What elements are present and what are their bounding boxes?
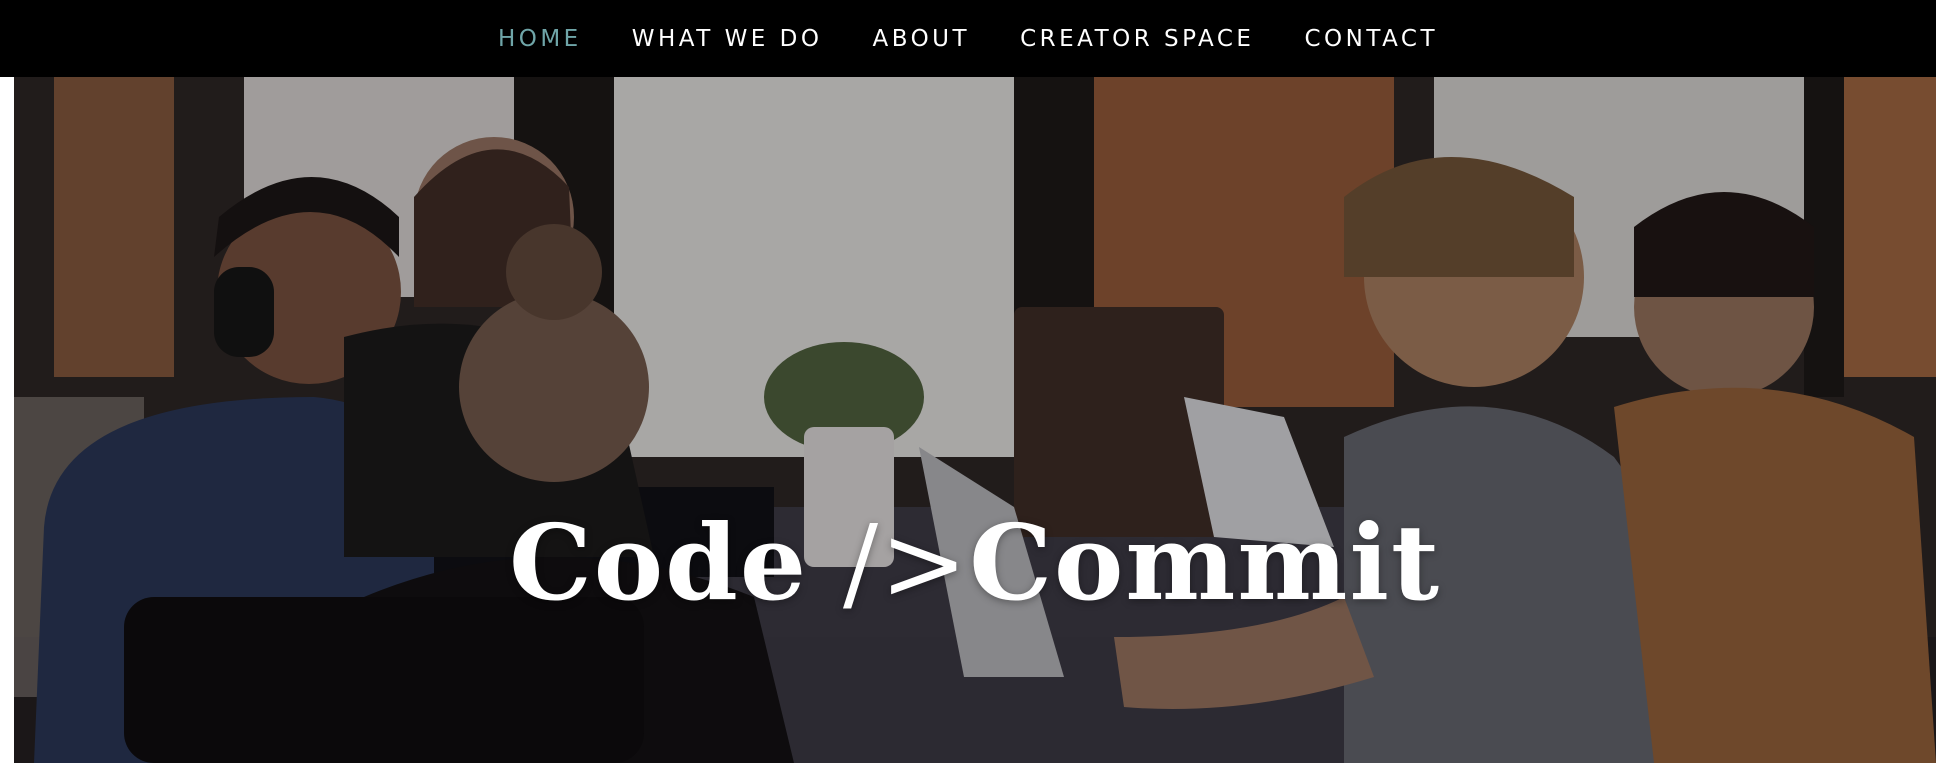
hero-title-commit: Commit: [969, 501, 1442, 624]
top-navigation: HOME WHAT WE DO ABOUT CREATOR SPACE CONT…: [0, 0, 1936, 77]
hero-title-slash: />: [808, 502, 970, 624]
nav-menu: HOME WHAT WE DO ABOUT CREATOR SPACE CONT…: [473, 26, 1463, 52]
nav-item-contact: CONTACT: [1279, 26, 1463, 52]
nav-link-contact[interactable]: CONTACT: [1304, 26, 1438, 52]
nav-item-what-we-do: WHAT WE DO: [607, 26, 848, 52]
nav-item-about: ABOUT: [847, 26, 995, 52]
nav-item-creator-space: CREATOR SPACE: [995, 26, 1279, 52]
nav-link-about[interactable]: ABOUT: [872, 26, 970, 52]
hero-banner: Code />Commit: [14, 77, 1936, 763]
hero-title: Code />Commit: [14, 501, 1936, 624]
hero-background-photo: [14, 77, 1936, 763]
nav-item-home: HOME: [473, 26, 607, 52]
hero-title-code: Code: [508, 501, 808, 624]
nav-link-home[interactable]: HOME: [498, 26, 582, 52]
nav-link-what-we-do[interactable]: WHAT WE DO: [632, 26, 823, 52]
nav-link-creator-space[interactable]: CREATOR SPACE: [1020, 26, 1254, 52]
